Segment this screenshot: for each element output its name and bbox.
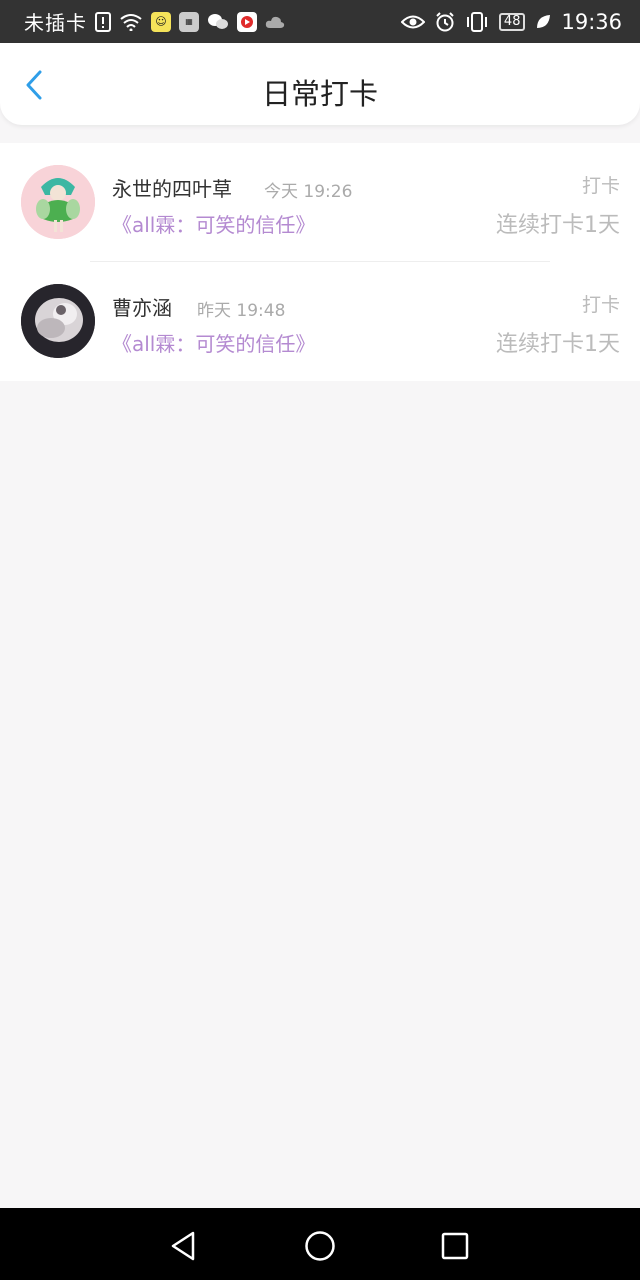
username[interactable]: 永世的四叶草: [112, 173, 232, 202]
wechat-icon: [207, 13, 229, 31]
username[interactable]: 曹亦涵: [112, 292, 172, 321]
carrier-label: 未插卡: [24, 11, 87, 35]
nav-back-button[interactable]: [163, 1226, 203, 1266]
eye-icon: [400, 14, 425, 30]
checkin-row[interactable]: 永世的四叶草 今天 19:26 《all霖：可笑的信任》 打卡 连续打卡1天: [0, 143, 640, 262]
checkin-list: 永世的四叶草 今天 19:26 《all霖：可笑的信任》 打卡 连续打卡1天 曹…: [0, 143, 640, 381]
system-nav-bar: [0, 1208, 640, 1280]
checkin-time: 昨天 19:48: [197, 301, 286, 321]
checkin-button[interactable]: 打卡: [582, 290, 620, 317]
recents-square-icon: [441, 1232, 469, 1260]
streak-label: 连续打卡1天: [496, 213, 620, 238]
cloud-icon: [265, 15, 285, 29]
avatar[interactable]: [21, 284, 95, 358]
status-right: 48 19:36: [400, 9, 622, 34]
alarm-icon: [435, 11, 455, 32]
leaf-icon: [535, 14, 551, 30]
app-notification-icon: ☺: [151, 11, 171, 32]
vibrate-icon: [465, 11, 489, 32]
back-triangle-icon: [171, 1231, 195, 1261]
battery-level: 48: [503, 14, 521, 29]
streak-label: 连续打卡1天: [496, 332, 620, 357]
app-header: 日常打卡: [0, 43, 640, 125]
home-circle-icon: [305, 1231, 335, 1261]
checkin-button[interactable]: 打卡: [582, 171, 620, 198]
checkin-row[interactable]: 曹亦涵 昨天 19:48 《all霖：可笑的信任》 打卡 连续打卡1天: [0, 262, 640, 381]
book-title-link[interactable]: 《all霖：可笑的信任》: [112, 328, 315, 357]
sim-alert-icon: [95, 11, 111, 32]
nav-recents-button[interactable]: [435, 1226, 475, 1266]
huawei-app-icon: ▦: [179, 11, 199, 32]
checkin-time: 今天 19:26: [264, 182, 353, 202]
video-app-icon: [237, 11, 257, 32]
page-title: 日常打卡: [261, 77, 378, 111]
nav-home-button[interactable]: [300, 1226, 340, 1266]
clock: 19:36: [561, 9, 622, 34]
book-title-link[interactable]: 《all霖：可笑的信任》: [112, 209, 315, 238]
status-left: 未插卡 ☺ ▦: [24, 7, 285, 36]
battery-icon: 48: [498, 12, 526, 31]
status-bar: 未插卡 ☺ ▦ 48 19:36: [0, 0, 640, 43]
wifi-icon: [119, 13, 143, 31]
avatar[interactable]: [21, 165, 95, 239]
